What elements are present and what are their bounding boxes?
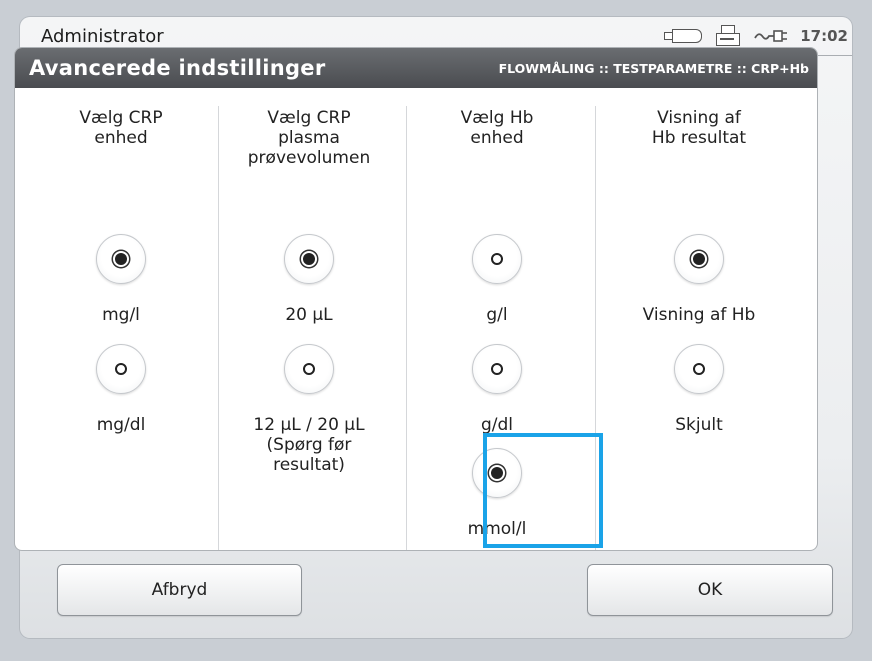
option-label: mg/l — [102, 305, 140, 325]
radio-mg-dl[interactable] — [93, 341, 149, 397]
option-label: Visning af Hb — [642, 305, 756, 325]
option-label: g/dl — [480, 415, 514, 435]
breadcrumb: FLOWMÅLING :: TESTPARAMETRE :: CRP+Hb — [498, 60, 809, 76]
printer-icon — [714, 25, 742, 47]
radio-12-20-ul[interactable] — [281, 341, 337, 397]
option-label: 12 µL / 20 µL (Spørg før resultat) — [253, 415, 365, 475]
option-label: g/l — [486, 305, 508, 325]
clock: 17:02 — [800, 27, 848, 45]
radio-show-hb[interactable] — [671, 231, 727, 287]
radio-g-dl[interactable] — [469, 341, 525, 397]
column-title: Vælg CRP enhed — [79, 108, 163, 148]
option-label: Skjult — [675, 415, 723, 435]
radio-g-l[interactable] — [469, 231, 525, 287]
radio-hidden[interactable] — [671, 341, 727, 397]
cancel-button[interactable]: Afbryd — [57, 564, 302, 616]
panel-header: Avancerede indstillinger FLOWMÅLING :: T… — [15, 48, 817, 88]
panel-title: Avancerede indstillinger — [29, 56, 326, 80]
column-crp-volume: Vælg CRP plasma prøvevolumen 20 µL 12 µL… — [215, 88, 403, 550]
settings-panel: Avancerede indstillinger FLOWMÅLING :: T… — [14, 47, 818, 551]
power-plug-icon — [754, 30, 788, 42]
column-title: Vælg CRP plasma prøvevolumen — [247, 108, 371, 168]
selection-highlight — [483, 433, 603, 548]
option-label: mg/dl — [96, 415, 146, 435]
usb-icon — [662, 29, 703, 43]
column-hb-display: Visning af Hb resultat Visning af Hb Skj… — [605, 88, 793, 550]
column-crp-unit: Vælg CRP enhed mg/l mg/dl — [27, 88, 215, 550]
option-label: 20 µL — [285, 305, 333, 325]
user-name: Administrator — [41, 26, 164, 47]
column-title: Vælg Hb enhed — [460, 108, 534, 148]
radio-mg-l[interactable] — [93, 231, 149, 287]
column-title: Visning af Hb resultat — [651, 108, 747, 148]
status-icons: 17:02 — [662, 24, 848, 48]
ok-button[interactable]: OK — [587, 564, 833, 616]
radio-20-ul[interactable] — [281, 231, 337, 287]
